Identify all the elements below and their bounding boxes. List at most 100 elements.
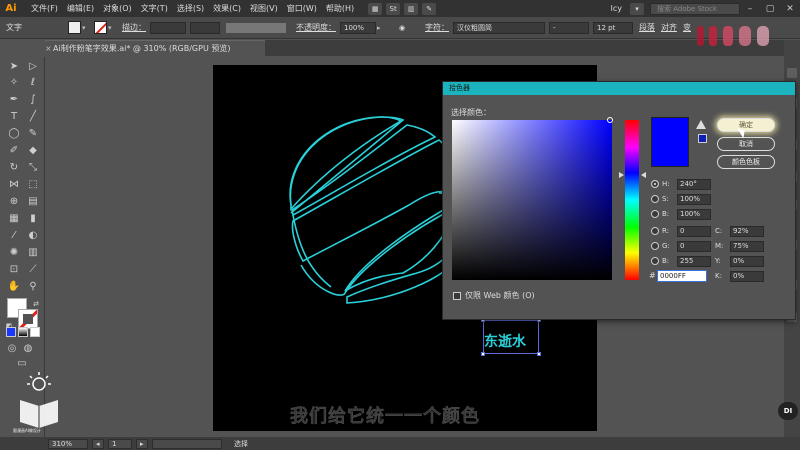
mesh-tool-icon[interactable]: ▦ (6, 211, 22, 225)
zoom-tool-icon[interactable]: ⚲ (25, 279, 41, 293)
artboard-tool-icon[interactable]: ⊡ (6, 262, 22, 276)
workspace-icon[interactable]: ▦ (368, 2, 383, 15)
color-mode-icon[interactable] (6, 327, 16, 337)
brush-definition[interactable] (226, 22, 286, 33)
pen-tool-icon[interactable]: ✒ (6, 92, 22, 106)
shaper-tool-icon[interactable]: ✐ (6, 143, 22, 157)
stroke-swatch[interactable] (94, 21, 107, 34)
web-only-checkbox[interactable] (453, 291, 461, 300)
column-graph-tool-icon[interactable]: ▥ (25, 245, 41, 259)
stroke-link[interactable]: 描边： (122, 22, 146, 33)
menu-select[interactable]: 选择(S) (177, 3, 204, 14)
out-of-gamut-warning-icon[interactable] (696, 120, 706, 129)
align-link[interactable]: 对齐 (661, 22, 677, 33)
stock-icon[interactable]: St (386, 2, 401, 15)
menu-help[interactable]: 帮助(H) (326, 3, 354, 14)
perspective-grid-tool-icon[interactable]: ▤ (25, 194, 41, 208)
hue-slider-arrow-right[interactable] (641, 172, 646, 178)
saturation-radio[interactable] (651, 195, 659, 203)
gradient-mode-icon[interactable] (18, 327, 28, 337)
arrange-icon[interactable]: ▥ (404, 2, 419, 15)
line-tool-icon[interactable]: ╱ (25, 109, 41, 123)
swap-fill-stroke-icon[interactable]: ⇄ (28, 297, 44, 311)
panel-icon-1[interactable] (787, 68, 797, 78)
hue-field[interactable]: 240° (677, 178, 711, 190)
menu-type[interactable]: 文字(T) (141, 3, 168, 14)
brush-icon[interactable]: ✎ (422, 2, 437, 15)
font-family-field[interactable]: 汉仪粗圆简 (453, 21, 545, 34)
font-style-field[interactable]: - (549, 21, 589, 34)
saturation-brightness-field[interactable] (452, 120, 612, 280)
menu-view[interactable]: 视图(V) (250, 3, 278, 14)
fill-swatch[interactable] (68, 21, 81, 34)
artboard-number-field[interactable]: 1 (108, 438, 132, 449)
symbol-sprayer-tool-icon[interactable]: ✺ (6, 245, 22, 259)
opacity-link[interactable]: 不透明度： (296, 22, 336, 33)
paintbrush-tool-icon[interactable]: ✎ (25, 126, 41, 140)
prev-artboard-icon[interactable]: ◂ (92, 438, 104, 449)
zoom-field[interactable]: 310% (48, 438, 88, 449)
cancel-button[interactable]: 取消 (717, 137, 775, 151)
web-only-option[interactable]: 仅限 Web 颜色 (O) (453, 290, 535, 301)
menu-file[interactable]: 文件(F) (31, 3, 58, 14)
paragraph-link[interactable]: 段落 (639, 22, 655, 33)
yellow-field[interactable]: 0% (730, 255, 764, 267)
none-mode-icon[interactable] (30, 327, 40, 337)
dialog-title[interactable]: 拾色器 (443, 82, 795, 95)
cyan-field[interactable]: 92% (730, 225, 764, 237)
draw-behind-icon[interactable]: ◍ (20, 341, 36, 355)
eraser-tool-icon[interactable]: ◆ (25, 143, 41, 157)
ellipse-tool-icon[interactable]: ◯ (6, 126, 22, 140)
green-radio[interactable] (651, 242, 659, 250)
document-tab[interactable]: × Ai制作粉笔字效果.ai* @ 310% (RGB/GPU 预览) (45, 40, 265, 56)
stroke-profile-field[interactable] (190, 21, 220, 34)
curvature-tool-icon[interactable]: ∫ (25, 92, 41, 106)
rotate-tool-icon[interactable]: ↻ (6, 160, 22, 174)
red-radio[interactable] (651, 227, 659, 235)
handle-bl[interactable] (481, 352, 485, 356)
artboard-dropdown[interactable] (152, 438, 222, 449)
recolor-icon[interactable]: ◉ (395, 21, 409, 34)
menu-effect[interactable]: 效果(C) (213, 3, 241, 14)
shape-builder-tool-icon[interactable]: ⊕ (6, 194, 22, 208)
black-field[interactable]: 0% (730, 270, 764, 282)
type-tool-icon[interactable]: T (6, 109, 22, 123)
gamut-correction-swatch[interactable] (698, 134, 707, 143)
handle-br[interactable] (537, 352, 541, 356)
magic-wand-tool-icon[interactable]: ✧ (6, 75, 22, 89)
close-tab-icon[interactable]: × (45, 41, 52, 56)
hex-field[interactable]: 0000FF (657, 270, 707, 282)
direct-selection-tool-icon[interactable]: ▷ (25, 59, 41, 73)
color-swatches-button[interactable]: 颜色色板 (717, 155, 775, 169)
user-name[interactable]: lcy (611, 4, 622, 13)
lasso-tool-icon[interactable]: ℓ (25, 75, 41, 89)
gradient-tool-icon[interactable]: ▮ (25, 211, 41, 225)
menu-object[interactable]: 对象(O) (103, 3, 132, 14)
menu-window[interactable]: 窗口(W) (287, 3, 317, 14)
next-artboard-icon[interactable]: ▸ (136, 438, 148, 449)
stroke-box[interactable] (18, 309, 38, 329)
green-field[interactable]: 0 (677, 240, 711, 252)
scale-tool-icon[interactable]: ⤡ (25, 160, 41, 174)
menu-edit[interactable]: 编辑(E) (67, 3, 94, 14)
blue-radio[interactable] (651, 257, 659, 265)
magenta-field[interactable]: 75% (730, 240, 764, 252)
brightness-radio[interactable] (651, 210, 659, 218)
blue-field[interactable]: 255 (677, 255, 711, 267)
slice-tool-icon[interactable]: ⟋ (25, 262, 41, 276)
red-field[interactable]: 0 (677, 225, 711, 237)
stroke-weight-field[interactable] (150, 21, 186, 34)
width-tool-icon[interactable]: ⋈ (6, 177, 22, 191)
opacity-dropdown-icon[interactable]: ▸ (377, 24, 385, 32)
hue-slider-arrow-left[interactable] (619, 172, 624, 178)
screen-mode-icon[interactable]: ▭ (14, 356, 30, 370)
stroke-dropdown-icon[interactable]: ▾ (108, 24, 116, 32)
hue-radio[interactable] (651, 180, 659, 188)
free-transform-tool-icon[interactable]: ⬚ (25, 177, 41, 191)
character-link[interactable]: 字符： (425, 22, 449, 33)
ok-button[interactable]: 确定 (717, 118, 775, 132)
color-cursor[interactable] (607, 117, 613, 123)
saturation-field[interactable]: 100% (677, 193, 711, 205)
stock-search-input[interactable]: 搜索 Adobe Stock (650, 2, 740, 15)
sample-text[interactable]: 东逝水 (484, 331, 526, 351)
